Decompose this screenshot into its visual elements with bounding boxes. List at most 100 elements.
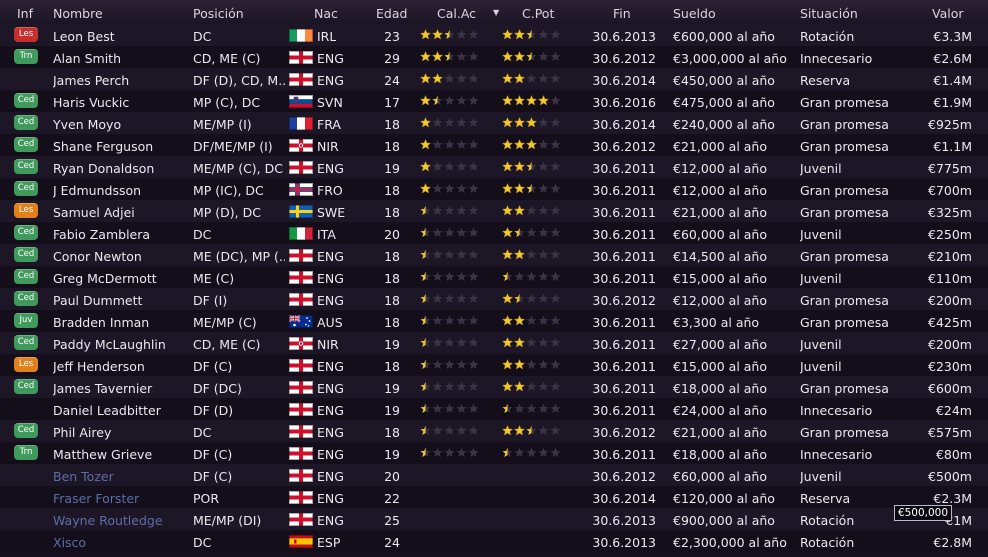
player-name[interactable]: Fraser Forster bbox=[53, 491, 189, 506]
table-row[interactable]: Ced J Edmundsson MP (IC), DC FRO 18 30.6.2011… bbox=[0, 178, 988, 200]
contract-end: 30.6.2013 bbox=[592, 513, 656, 528]
table-row[interactable]: Trn Alan Smith CD, ME (C) ENG 29 30.6.2012 €3,… bbox=[0, 46, 988, 68]
player-name[interactable]: Fabio Zamblera bbox=[53, 227, 189, 242]
status-badge[interactable]: Ced bbox=[14, 379, 38, 394]
nation-flag-icon bbox=[289, 139, 313, 152]
table-row[interactable]: Ced Conor Newton ME (DC), MP (.. ENG 18 30.6.… bbox=[0, 244, 988, 266]
status-badge[interactable]: Ced bbox=[14, 93, 38, 108]
player-value: €2.8M bbox=[933, 535, 972, 550]
player-position: DC bbox=[193, 29, 212, 44]
player-nation: ENG bbox=[317, 469, 344, 484]
table-row[interactable]: Les Samuel Adjei MP (D), DC SWE 18 30.6.2011 €… bbox=[0, 200, 988, 222]
table-row[interactable]: Xisco DC ESP 24 30.6.2013 €2,300,000 al año Ro… bbox=[0, 530, 988, 552]
table-row[interactable]: Ced Shane Ferguson DF/ME/MP (I) NIR 18 30.6.2… bbox=[0, 134, 988, 156]
player-name[interactable]: Matthew Grieve bbox=[53, 447, 189, 462]
column-header-sueldo[interactable]: Sueldo bbox=[673, 6, 716, 21]
table-row[interactable]: Ced Greg McDermott ME (C) ENG 18 30.6.2011 €15… bbox=[0, 266, 988, 288]
column-header-inf[interactable]: Inf bbox=[17, 6, 33, 21]
potential-ability-stars bbox=[502, 425, 561, 437]
table-row[interactable]: Ced James Tavernier DF (DC) ENG 19 30.6.2011 €… bbox=[0, 376, 988, 398]
column-header-calac[interactable]: Cal.Ac bbox=[437, 6, 476, 21]
status-badge[interactable]: Juv bbox=[14, 313, 38, 328]
player-nation: ENG bbox=[317, 249, 344, 264]
status-badge[interactable]: Trn bbox=[14, 445, 38, 460]
nation-flag-icon bbox=[289, 491, 313, 504]
status-badge[interactable]: Ced bbox=[14, 269, 38, 284]
player-name[interactable]: Greg McDermott bbox=[53, 271, 189, 286]
player-name[interactable]: Paddy McLaughlin bbox=[53, 337, 189, 352]
nation-flag-icon bbox=[288, 314, 313, 328]
nation-flag-icon bbox=[289, 359, 313, 372]
column-header-posicion[interactable]: Posición bbox=[193, 6, 244, 21]
player-name[interactable]: Yven Moyo bbox=[53, 117, 189, 132]
player-value: €500m bbox=[928, 469, 972, 484]
player-name[interactable]: Leon Best bbox=[53, 29, 189, 44]
table-row[interactable]: Ben Tozer DF (C) ENG 20 30.6.2012 €60,000 al … bbox=[0, 464, 988, 486]
player-name[interactable]: James Perch bbox=[53, 73, 189, 88]
table-row[interactable]: Ced Yven Moyo ME/MP (I) FRA 18 30.6.2014 €240,… bbox=[0, 112, 988, 134]
player-name[interactable]: Alan Smith bbox=[53, 51, 189, 66]
column-header-nombre[interactable]: Nombre bbox=[53, 6, 103, 21]
table-row[interactable]: Ced Fabio Zamblera DC ITA 20 30.6.2011 €60,000… bbox=[0, 222, 988, 244]
status-badge[interactable]: Ced bbox=[14, 115, 38, 130]
table-row[interactable]: Ced Phil Airey DC ENG 18 30.6.2012 €21,000 al … bbox=[0, 420, 988, 442]
table-row[interactable]: Fraser Forster POR ENG 22 30.6.2014 €120,000 … bbox=[0, 486, 988, 508]
table-row[interactable]: Ced Ryan Donaldson ME/MP (C), DC ENG 19 30.6.… bbox=[0, 156, 988, 178]
status-badge[interactable]: Ced bbox=[14, 181, 38, 196]
player-name[interactable]: Daniel Leadbitter bbox=[53, 403, 189, 418]
status-badge[interactable]: Ced bbox=[14, 335, 38, 350]
player-name[interactable]: Ryan Donaldson bbox=[53, 161, 189, 176]
player-name[interactable]: Phil Airey bbox=[53, 425, 189, 440]
player-name[interactable]: Xisco bbox=[53, 535, 189, 550]
status-badge[interactable]: Les bbox=[14, 203, 38, 218]
player-name[interactable]: Paul Dummett bbox=[53, 293, 189, 308]
table-row[interactable]: Ced Haris Vuckic MP (C), DC SVN 17 30.6.2016 €… bbox=[0, 90, 988, 112]
table-row[interactable]: Juv Bradden Inman ME/MP (C) AUS 18 30.6.2011 €… bbox=[0, 310, 988, 332]
player-name[interactable]: J Edmundsson bbox=[53, 183, 189, 198]
table-row[interactable]: Les Leon Best DC IRL 23 30.6.2013 €600,000 al … bbox=[0, 24, 988, 46]
player-age: 19 bbox=[384, 447, 400, 462]
player-wage: €12,000 al año bbox=[673, 183, 768, 198]
player-position: DF (I) bbox=[193, 293, 228, 308]
player-value: €110m bbox=[928, 271, 972, 286]
table-row[interactable]: James Perch DF (D), CD, M.. ENG 24 30.6.2014… bbox=[0, 68, 988, 90]
player-name[interactable]: Samuel Adjei bbox=[53, 205, 189, 220]
player-name[interactable]: Shane Ferguson bbox=[53, 139, 189, 154]
player-name[interactable]: James Tavernier bbox=[53, 381, 189, 396]
table-row[interactable]: Trn Matthew Grieve DF (C) ENG 19 30.6.2011 €18… bbox=[0, 442, 988, 464]
status-badge[interactable]: Trn bbox=[14, 49, 38, 64]
status-badge[interactable]: Ced bbox=[14, 137, 38, 152]
status-badge[interactable]: Ced bbox=[14, 291, 38, 306]
player-value: €2.6M bbox=[933, 51, 972, 66]
table-row[interactable]: Daniel Leadbitter DF (D) ENG 19 30.6.2011 €24… bbox=[0, 398, 988, 420]
column-header-nac[interactable]: Nac bbox=[314, 6, 338, 21]
player-nation: ENG bbox=[317, 51, 344, 66]
status-badge[interactable]: Ced bbox=[14, 423, 38, 438]
player-name[interactable]: Haris Vuckic bbox=[53, 95, 189, 110]
status-badge[interactable]: Ced bbox=[14, 247, 38, 262]
player-name[interactable]: Ben Tozer bbox=[53, 469, 189, 484]
table-row[interactable]: Les Jeff Henderson DF (C) ENG 18 30.6.2011 €15… bbox=[0, 354, 988, 376]
status-badge[interactable]: Les bbox=[14, 27, 38, 42]
table-row[interactable]: Ced Paddy McLaughlin CD, ME (C) NIR 19 30.6.2… bbox=[0, 332, 988, 354]
player-name[interactable]: Wayne Routledge bbox=[53, 513, 189, 528]
player-name[interactable]: Jeff Henderson bbox=[53, 359, 189, 374]
column-header-edad[interactable]: Edad bbox=[376, 6, 407, 21]
column-header-cpot[interactable]: C.Pot bbox=[522, 6, 554, 21]
player-name[interactable]: Bradden Inman bbox=[53, 315, 189, 330]
player-nation: ENG bbox=[317, 403, 344, 418]
status-badge[interactable]: Les bbox=[14, 357, 38, 372]
column-header-fin[interactable]: Fin bbox=[613, 6, 631, 21]
player-age: 18 bbox=[384, 205, 400, 220]
status-badge[interactable]: Ced bbox=[14, 225, 38, 240]
status-badge[interactable]: Ced bbox=[14, 159, 38, 174]
sort-descending-icon[interactable]: ▼ bbox=[493, 8, 499, 17]
table-row[interactable]: Wayne Routledge ME/MP (DI) ENG 25 30.6.2013 €… bbox=[0, 508, 988, 530]
player-value: €210m bbox=[928, 249, 972, 264]
table-row[interactable]: Ced Paul Dummett DF (I) ENG 18 30.6.2012 €12,0… bbox=[0, 288, 988, 310]
column-header-situacion[interactable]: Situación bbox=[800, 6, 858, 21]
player-name[interactable]: Conor Newton bbox=[53, 249, 189, 264]
column-header-valor[interactable]: Valor bbox=[932, 6, 964, 21]
player-nation: ENG bbox=[317, 513, 344, 528]
potential-ability-stars bbox=[502, 381, 561, 393]
